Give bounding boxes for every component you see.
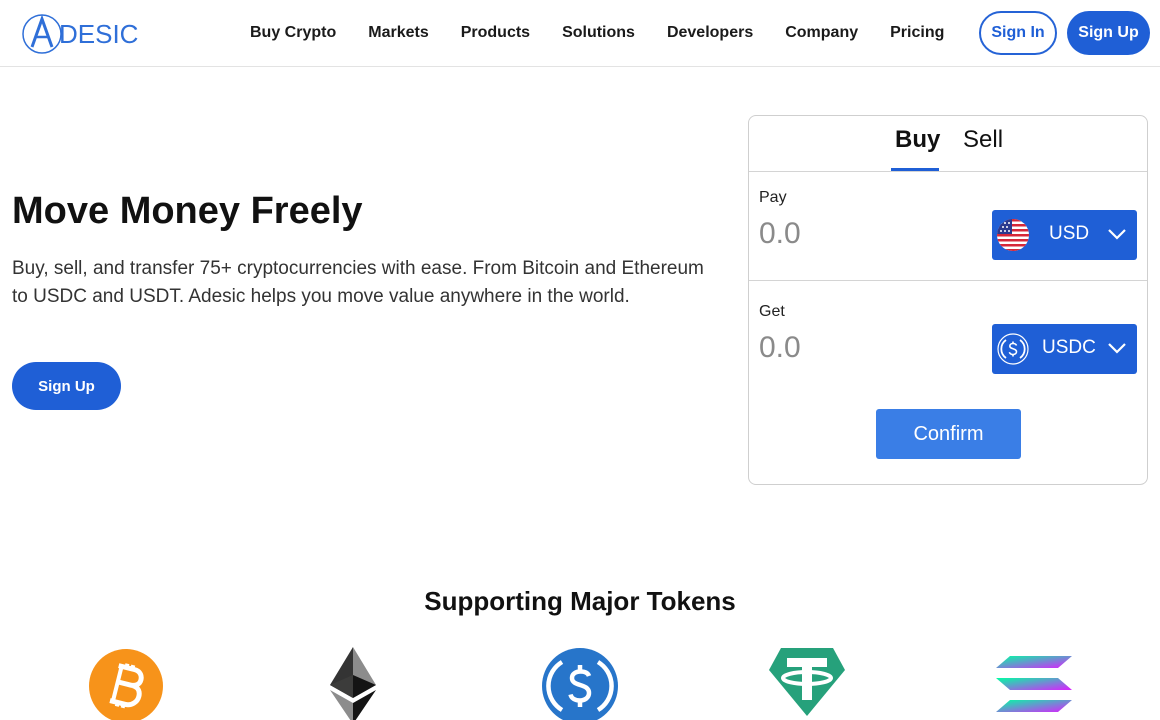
nav-solutions[interactable]: Solutions [562,24,635,42]
get-currency-code: USDC [1042,337,1096,358]
active-tab-indicator [891,168,939,171]
tether-icon [769,648,845,716]
hero-subtitle: Buy, sell, and transfer 75+ cryptocurren… [12,258,704,307]
nav-pricing[interactable]: Pricing [890,24,944,42]
brand-name: DESIC [59,18,139,49]
nav-company[interactable]: Company [785,24,858,42]
logo-a-icon [22,14,62,54]
get-currency-select[interactable]: USDC [992,324,1137,374]
usdc-icon [997,333,1029,365]
hero-title: Move Money Freely [12,190,363,232]
nav-developers[interactable]: Developers [667,24,753,42]
chevron-down-icon [1108,343,1126,354]
sign-in-button[interactable]: Sign In [979,11,1057,55]
confirm-button[interactable]: Confirm [876,409,1021,459]
trade-tabs: Buy Sell [749,116,1147,172]
hero-sign-up-button[interactable]: Sign Up [12,362,121,410]
ethereum-icon [330,647,376,720]
row-divider [749,280,1147,281]
bitcoin-icon [89,649,163,720]
nav-markets[interactable]: Markets [368,24,428,42]
tab-sell[interactable]: Sell [963,126,1003,154]
pay-currency-code: USD [1049,223,1090,244]
tab-buy[interactable]: Buy [895,126,940,154]
trade-widget: Buy Sell Pay 0.0 USD Get 0.0 USDC Confir… [748,115,1148,485]
pay-label: Pay [759,189,787,206]
get-amount-input[interactable]: 0.0 [759,331,801,365]
nav-products[interactable]: Products [461,24,530,42]
brand-logo[interactable]: DESIC [22,12,138,56]
site-header: DESIC Buy Crypto Markets Products Soluti… [0,0,1160,67]
pay-amount-input[interactable]: 0.0 [759,217,801,251]
pay-currency-select[interactable]: USD [992,210,1137,260]
us-flag-icon [997,219,1029,251]
get-label: Get [759,303,785,320]
sign-up-button[interactable]: Sign Up [1067,11,1150,55]
solana-icon [996,656,1072,712]
nav-buy-crypto[interactable]: Buy Crypto [250,24,336,42]
usdc-icon [542,648,618,720]
tokens-section-title: Supporting Major Tokens [424,586,736,616]
main-nav: Buy Crypto Markets Products Solutions De… [250,0,976,66]
chevron-down-icon [1108,229,1126,240]
